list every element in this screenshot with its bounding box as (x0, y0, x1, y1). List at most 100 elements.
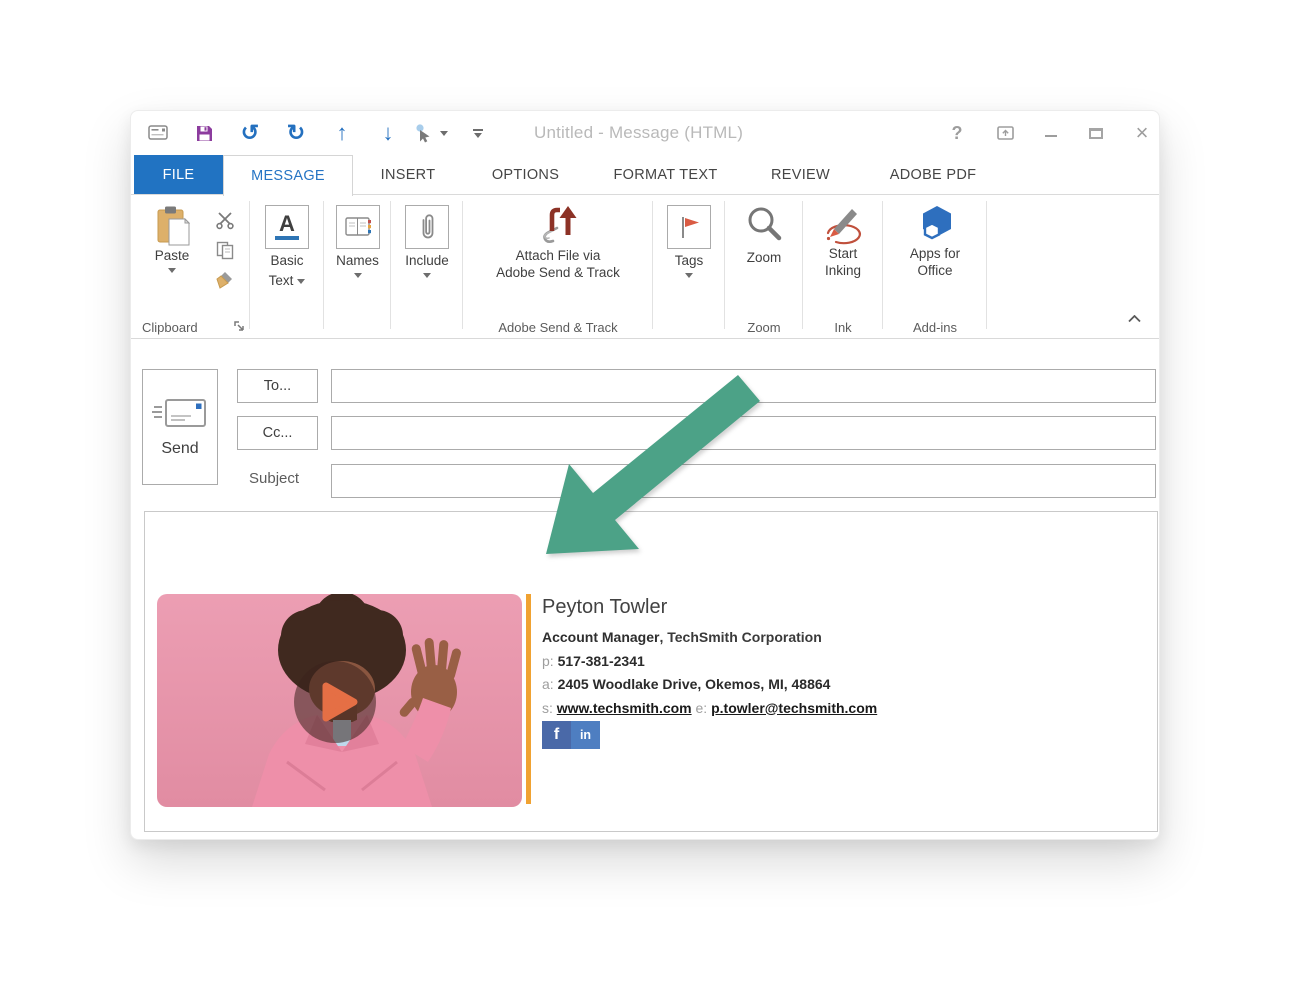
apps-cube-icon (915, 203, 955, 245)
website-link[interactable]: www.techsmith.com (557, 700, 692, 716)
attach-adobe-label-1: Attach File via (516, 247, 601, 264)
zoom-group-label: Zoom (726, 320, 802, 335)
start-inking-button[interactable]: Start Inking (804, 203, 882, 279)
tab-insert[interactable]: INSERT (353, 155, 463, 194)
format-painter-button[interactable] (208, 267, 242, 293)
facebook-icon[interactable]: f (542, 721, 571, 749)
collapse-ribbon-icon[interactable] (1128, 310, 1141, 328)
customize-quick-access-icon[interactable] (465, 111, 491, 155)
help-icon[interactable]: ? (939, 111, 975, 155)
paste-dropdown-icon (168, 268, 176, 273)
recipient-fields: Send To... Cc... Subject (131, 339, 1159, 511)
email-signature: Peyton Towler Account Manager, TechSmith… (542, 596, 877, 720)
copy-button[interactable] (208, 237, 242, 263)
ink-group: Start Inking Ink (804, 195, 882, 339)
inking-pen-icon (820, 203, 866, 245)
move-up-icon[interactable]: ↑ (325, 111, 359, 155)
zoom-group: Zoom Zoom (726, 195, 802, 339)
signature-name: Peyton Towler (542, 596, 877, 619)
copy-icon (215, 240, 235, 260)
magnifier-icon (743, 203, 785, 245)
tab-message[interactable]: MESSAGE (223, 155, 353, 196)
site-prefix: s: (542, 700, 553, 716)
tab-adobe-pdf[interactable]: ADOBE PDF (858, 155, 1008, 194)
subject-input[interactable] (331, 464, 1156, 498)
ribbon-display-options-icon[interactable] (987, 111, 1023, 155)
adobe-send-track-group-label: Adobe Send & Track (464, 320, 652, 335)
minimize-icon[interactable] (1033, 111, 1069, 155)
tab-file[interactable]: FILE (134, 155, 223, 194)
basic-text-icon: A (275, 214, 299, 240)
basic-text-dropdown-icon (297, 279, 305, 284)
format-painter-icon (215, 270, 235, 290)
attach-adobe-label-2: Adobe Send & Track (496, 264, 620, 281)
message-window: ↺ ↻ ↑ ↓ Untitled - Message (HTML) ? × FI… (130, 110, 1160, 840)
address-prefix: a: (542, 676, 554, 692)
send-envelope-icon (151, 396, 209, 430)
to-button[interactable]: To... (237, 369, 318, 403)
start-inking-label-2: Inking (825, 262, 861, 279)
tab-review[interactable]: REVIEW (743, 155, 858, 194)
paste-icon (154, 205, 190, 247)
message-body[interactable]: Peyton Towler Account Manager, TechSmith… (144, 511, 1158, 832)
video-thumbnail-illustration (157, 594, 522, 807)
message-window-icon (141, 111, 175, 155)
address-book-icon (344, 215, 372, 239)
window-title: Untitled - Message (HTML) (534, 111, 743, 155)
tags-group: Tags (654, 195, 724, 339)
cut-icon (215, 210, 235, 230)
linkedin-icon[interactable]: in (571, 721, 600, 749)
basic-text-label-2: Text (269, 273, 294, 289)
clipboard-dialog-launcher-icon[interactable] (233, 320, 246, 333)
clipboard-group: Paste Clipboard (136, 195, 249, 339)
include-button[interactable]: Include (392, 205, 462, 278)
addins-group: Apps for Office Add-ins (884, 195, 986, 339)
start-inking-label-1: Start (829, 245, 858, 262)
maximize-icon[interactable] (1078, 111, 1114, 155)
addins-group-label: Add-ins (884, 320, 986, 335)
apps-for-office-button[interactable]: Apps for Office (884, 203, 986, 279)
tags-label: Tags (675, 253, 704, 269)
paperclip-icon (417, 212, 437, 242)
touch-mode-dropdown-icon[interactable] (435, 111, 453, 155)
video-thumbnail[interactable] (157, 594, 522, 807)
social-icons: f in (542, 721, 600, 749)
email-prefix: e: (696, 700, 708, 716)
ribbon: Paste Clipboard (131, 195, 1159, 339)
move-down-icon[interactable]: ↓ (371, 111, 405, 155)
cc-input[interactable] (331, 416, 1156, 450)
tab-format-text[interactable]: FORMAT TEXT (588, 155, 743, 194)
paste-button[interactable]: Paste (143, 205, 201, 273)
signature-company: , TechSmith Corporation (659, 629, 821, 645)
include-label: Include (405, 253, 449, 269)
phone-value: 517-381-2341 (558, 653, 645, 669)
email-link[interactable]: p.towler@techsmith.com (711, 700, 877, 716)
signature-phone-row: p: 517-381-2341 (542, 650, 877, 674)
apps-for-office-label-2: Office (917, 262, 952, 279)
apps-for-office-label-1: Apps for (910, 245, 960, 262)
close-icon[interactable]: × (1124, 111, 1160, 155)
signature-role: Account Manager (542, 629, 659, 645)
redo-icon[interactable]: ↻ (279, 111, 313, 155)
zoom-button[interactable]: Zoom (726, 203, 802, 266)
tags-button[interactable]: Tags (654, 205, 724, 278)
send-button[interactable]: Send (142, 369, 218, 485)
names-group: Names (325, 195, 390, 339)
names-dropdown-icon (354, 273, 362, 278)
names-button[interactable]: Names (325, 205, 390, 278)
attach-file-adobe-button[interactable]: Attach File via Adobe Send & Track (464, 201, 652, 281)
ribbon-tabs: FILE MESSAGE INSERT OPTIONS FORMAT TEXT … (131, 155, 1159, 195)
attach-adobe-icon (535, 201, 581, 247)
include-dropdown-icon (423, 273, 431, 278)
tab-options[interactable]: OPTIONS (463, 155, 588, 194)
zoom-label: Zoom (747, 249, 782, 266)
basic-text-button[interactable]: A Basic Text (251, 205, 323, 289)
cut-button[interactable] (208, 207, 242, 233)
subject-label: Subject (249, 470, 299, 487)
paste-label: Paste (155, 247, 190, 264)
save-icon[interactable] (187, 111, 221, 155)
to-input[interactable] (331, 369, 1156, 403)
touch-mode-icon[interactable] (407, 111, 437, 155)
cc-button[interactable]: Cc... (237, 416, 318, 450)
undo-icon[interactable]: ↺ (233, 111, 267, 155)
